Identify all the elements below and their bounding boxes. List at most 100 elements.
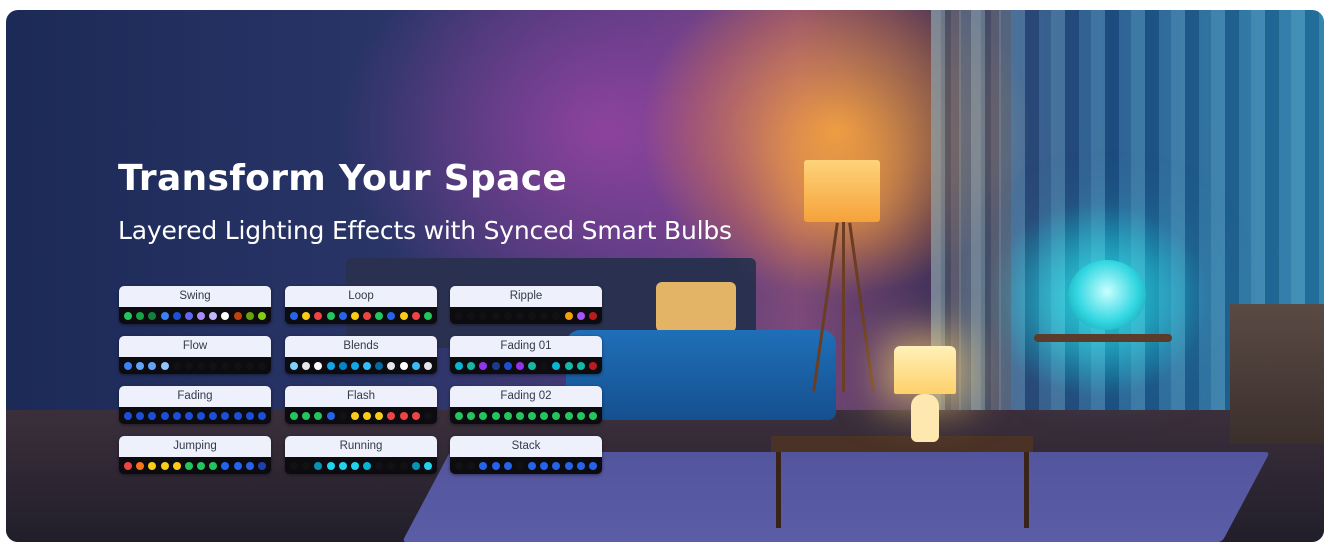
light-dot [302, 311, 311, 320]
light-dot [564, 361, 573, 370]
light-dot [160, 461, 169, 470]
light-dot [411, 411, 420, 420]
light-dot [245, 461, 254, 470]
light-dot [387, 461, 396, 470]
effect-card[interactable]: Jumping [119, 436, 271, 474]
light-dot [491, 461, 500, 470]
coffee-table [771, 436, 1033, 452]
effect-card[interactable]: Ripple [450, 286, 602, 324]
light-dot [245, 361, 254, 370]
light-dot [363, 311, 372, 320]
cabinet [1230, 304, 1324, 444]
effect-dot-strip [285, 307, 437, 324]
light-dot [387, 411, 396, 420]
light-dot [290, 461, 298, 470]
coffee-table-leg [1024, 452, 1029, 528]
effect-dot-strip [119, 457, 271, 474]
light-dot [564, 411, 573, 420]
light-dot [411, 311, 420, 320]
light-dot [467, 361, 476, 370]
light-dot [290, 311, 298, 320]
light-dot [491, 361, 500, 370]
light-dot [588, 461, 597, 470]
light-dot [455, 361, 463, 370]
light-dot [588, 411, 597, 420]
effect-label: Jumping [119, 436, 271, 457]
light-dot [528, 411, 537, 420]
light-dot [326, 311, 335, 320]
effect-card[interactable]: Fading 02 [450, 386, 602, 424]
effect-card[interactable]: Blends [285, 336, 437, 374]
light-dot [148, 411, 157, 420]
light-dot [136, 361, 145, 370]
light-dot [326, 461, 335, 470]
light-dot [515, 461, 524, 470]
light-dot [467, 311, 476, 320]
light-dot [338, 361, 347, 370]
light-dot [479, 361, 488, 370]
light-dot [233, 461, 242, 470]
effect-label: Loop [285, 286, 437, 307]
light-dot [326, 411, 335, 420]
effect-label: Fading 01 [450, 336, 602, 357]
lighting-effects-grid: Swing Loop Ripple Flow Blends Fading 01 Fading… [119, 286, 603, 476]
light-dot [124, 311, 132, 320]
effect-card[interactable]: Fading [119, 386, 271, 424]
light-dot [136, 461, 145, 470]
light-dot [503, 411, 512, 420]
light-dot [184, 361, 193, 370]
light-dot [528, 461, 537, 470]
banner-subtitle: Layered Lighting Effects with Synced Sma… [118, 216, 732, 245]
light-dot [197, 311, 206, 320]
light-dot [375, 361, 384, 370]
light-dot [375, 411, 384, 420]
light-dot [576, 461, 585, 470]
light-dot [209, 361, 218, 370]
light-dot [184, 461, 193, 470]
hero-banner: Transform Your Space Layered Lighting Ef… [6, 10, 1324, 542]
effect-dot-strip [285, 357, 437, 374]
effect-card[interactable]: Loop [285, 286, 437, 324]
light-dot [552, 411, 561, 420]
effect-card[interactable]: Flash [285, 386, 437, 424]
light-dot [233, 411, 242, 420]
effect-dot-strip [119, 307, 271, 324]
effect-label: Stack [450, 436, 602, 457]
light-dot [197, 411, 206, 420]
light-dot [209, 311, 218, 320]
light-dot [257, 361, 266, 370]
light-dot [257, 411, 266, 420]
light-dot [124, 411, 132, 420]
light-dot [209, 461, 218, 470]
light-dot [411, 361, 420, 370]
light-dot [423, 411, 432, 420]
effect-label: Fading 02 [450, 386, 602, 407]
light-dot [124, 461, 132, 470]
light-dot [515, 411, 524, 420]
effect-card[interactable]: Stack [450, 436, 602, 474]
light-dot [148, 361, 157, 370]
light-dot [515, 311, 524, 320]
effect-label: Flash [285, 386, 437, 407]
light-dot [338, 311, 347, 320]
light-dot [528, 361, 537, 370]
effect-card[interactable]: Fading 01 [450, 336, 602, 374]
light-dot [399, 411, 408, 420]
light-dot [350, 411, 359, 420]
light-dot [245, 311, 254, 320]
effect-card[interactable]: Swing [119, 286, 271, 324]
light-dot [233, 311, 242, 320]
light-dot [423, 311, 432, 320]
light-dot [160, 311, 169, 320]
light-dot [455, 411, 463, 420]
light-dot [540, 461, 549, 470]
effect-card[interactable]: Running [285, 436, 437, 474]
light-dot [399, 311, 408, 320]
light-dot [197, 461, 206, 470]
light-dot [221, 311, 230, 320]
effect-card[interactable]: Flow [119, 336, 271, 374]
light-dot [257, 461, 266, 470]
light-dot [257, 311, 266, 320]
light-dot [233, 361, 242, 370]
light-dot [184, 411, 193, 420]
